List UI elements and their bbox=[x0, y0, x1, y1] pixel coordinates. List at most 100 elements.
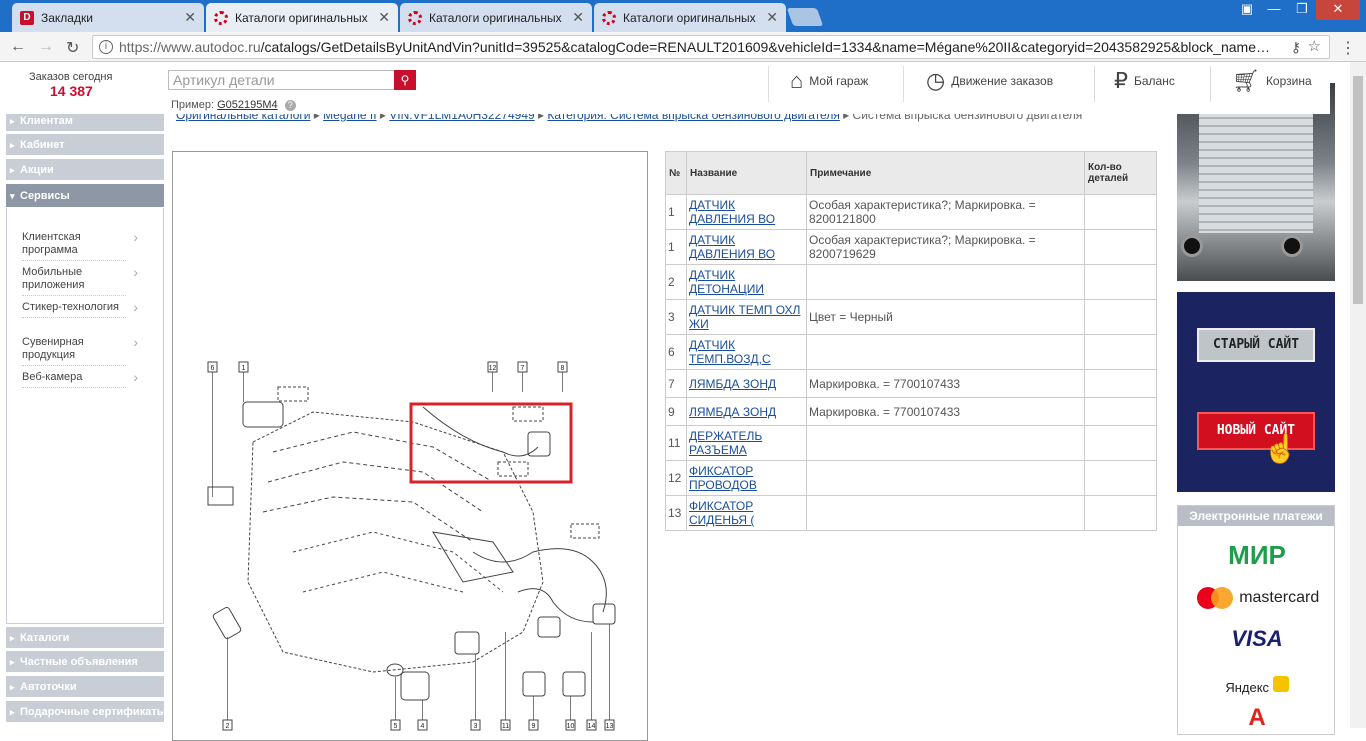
row-note bbox=[806, 460, 1085, 496]
orders-movement-link[interactable]: ◷ Движение заказов bbox=[926, 62, 1053, 100]
back-icon[interactable]: ← bbox=[10, 38, 26, 56]
table-row: 11 ДЕРЖАТЕЛЬ РАЗЪЕМА bbox=[665, 425, 1157, 461]
yandex-text: Яндекс bbox=[1225, 680, 1270, 695]
part-name-link[interactable]: ЛЯМБДА ЗОНД bbox=[689, 405, 776, 419]
sidebar-item-label: Сувенирная продукция bbox=[22, 336, 84, 361]
sidebar-section-gift-cards[interactable]: Подарочные сертификаты bbox=[6, 701, 164, 723]
table-row: 12 ФИКСАТОР ПРОВОДОВ bbox=[665, 460, 1157, 496]
tab-title: Каталоги оригинальных bbox=[623, 10, 756, 25]
table-row: 1 ДАТЧИК ДАВЛЕНИЯ ВО Особая характеристика… bbox=[665, 229, 1157, 265]
browser-tab[interactable]: Каталоги оригинальных ✕ bbox=[594, 3, 786, 32]
callout-label: 5 bbox=[394, 723, 398, 730]
new-tab-button[interactable] bbox=[786, 8, 824, 26]
search-example: Пример: G052195M4 ? bbox=[171, 99, 296, 111]
callout-label: 10 bbox=[567, 723, 575, 730]
part-search-input[interactable]: Артикул детали bbox=[168, 70, 395, 90]
callout-label: 14 bbox=[588, 723, 596, 730]
old-site-button[interactable]: СТАРЫЙ САЙТ bbox=[1197, 328, 1315, 362]
sidebar-section-cabinet[interactable]: Кабинет bbox=[6, 134, 164, 156]
garage-icon: ⌂ bbox=[790, 68, 804, 93]
sidebar-item-sticker[interactable]: Стикер-технология › bbox=[22, 300, 138, 318]
part-name-link[interactable]: ДАТЧИК ТЕМП.ВОЗД,С bbox=[689, 338, 771, 366]
sidebar-item-label: Клиентская программа bbox=[22, 231, 81, 256]
autodoc-icon bbox=[408, 10, 422, 25]
example-label: Пример: bbox=[171, 99, 215, 111]
orders-today-label: Заказов сегодня bbox=[29, 71, 113, 83]
browser-tab-active[interactable]: Каталоги оригинальных ✕ bbox=[206, 3, 398, 32]
row-note bbox=[806, 264, 1085, 300]
sidebar-section-catalogs[interactable]: Каталоги bbox=[6, 627, 164, 649]
close-window-icon[interactable]: ✕ bbox=[1316, 0, 1360, 20]
help-icon[interactable]: ? bbox=[284, 100, 296, 111]
cart-link[interactable]: 🛒︎ Корзина bbox=[1232, 62, 1312, 100]
part-name-link[interactable]: ДАТЧИК ДАВЛЕНИЯ ВО bbox=[689, 233, 775, 261]
info-icon[interactable]: i bbox=[99, 40, 113, 54]
balance-link[interactable]: ₽ Баланс bbox=[1114, 62, 1175, 100]
key-icon[interactable]: ⚷ bbox=[1291, 36, 1301, 58]
table-row: 7 ЛЯМБДА ЗОНД Маркировка. = 7700107433 bbox=[665, 369, 1157, 398]
close-tab-icon[interactable]: ✕ bbox=[378, 9, 390, 26]
minimize-icon[interactable]: — bbox=[1260, 0, 1288, 20]
sidebar-item-client-program[interactable]: Клиентская программа › bbox=[22, 230, 138, 261]
table-row: 2 ДАТЧИК ДЕТОНАЦИИ bbox=[665, 264, 1157, 300]
sidebar-item-label: Веб-камера bbox=[22, 371, 83, 383]
row-name-cell: ДЕРЖАТЕЛЬ РАЗЪЕМА bbox=[686, 425, 807, 461]
part-name-link[interactable]: ДАТЧИК ДЕТОНАЦИИ bbox=[689, 268, 764, 296]
callout-label: 12 bbox=[489, 365, 497, 372]
part-name-link[interactable]: ДАТЧИК ДАВЛЕНИЯ ВО bbox=[689, 198, 775, 226]
part-name-link[interactable]: ДЕРЖАТЕЛЬ РАЗЪЕМА bbox=[689, 429, 762, 457]
my-garage-link[interactable]: ⌂ Мой гараж bbox=[790, 62, 868, 100]
row-name-cell: ДАТЧИК ДЕТОНАЦИИ bbox=[686, 264, 807, 300]
example-value-link[interactable]: G052195M4 bbox=[217, 99, 278, 111]
visa-logo: VISA bbox=[1231, 626, 1283, 651]
parts-table: № Название Примечание Кол-во деталей 1 ДА… bbox=[665, 151, 1157, 531]
reload-icon[interactable]: ↻ bbox=[66, 38, 79, 58]
sidebar-item-label: Стикер-технология bbox=[22, 301, 119, 313]
url-path: /catalogs/GetDetailsByUnitAndVin?unitId=… bbox=[260, 39, 1270, 55]
row-qty bbox=[1084, 397, 1157, 426]
orders-movement-label: Движение заказов bbox=[951, 74, 1054, 88]
row-note: Цвет = Черный bbox=[806, 299, 1085, 335]
table-row: 13 ФИКСАТОР СИДЕНЬЯ ( bbox=[665, 495, 1157, 531]
sidebar-section-promo[interactable]: Акции bbox=[6, 159, 164, 181]
scrollbar-thumb[interactable] bbox=[1353, 76, 1363, 304]
user-icon[interactable]: ▣ bbox=[1234, 0, 1260, 20]
chevron-right-icon: › bbox=[133, 229, 138, 245]
url-field[interactable]: i https://www.autodoc.ru/catalogs/GetDet… bbox=[92, 35, 1330, 59]
sidebar-section-autopoints[interactable]: Автоточки bbox=[6, 676, 164, 698]
parts-diagram[interactable]: 6 1 12 7 8 2 5 4 3 11 9 10 14 13 bbox=[172, 151, 648, 741]
row-note bbox=[806, 495, 1085, 531]
browser-tab[interactable]: Каталоги оригинальных ✕ bbox=[400, 3, 592, 32]
callout-label: 4 bbox=[421, 723, 425, 730]
sidebar-section-private-ads[interactable]: Частные объявления bbox=[6, 651, 164, 673]
sidebar-item-webcam[interactable]: Веб-камера › bbox=[22, 370, 138, 388]
close-tab-icon[interactable]: ✕ bbox=[184, 9, 196, 26]
row-num: 3 bbox=[665, 299, 687, 335]
col-header-name: Название bbox=[686, 151, 807, 195]
sidebar-item-mobile-apps[interactable]: Мобильные приложения › bbox=[22, 265, 138, 296]
maximize-icon[interactable]: ❐ bbox=[1288, 0, 1316, 20]
page-scrollbar[interactable] bbox=[1350, 62, 1366, 728]
callout-label: 7 bbox=[521, 365, 525, 372]
star-icon[interactable]: ☆ bbox=[1308, 36, 1321, 58]
row-qty bbox=[1084, 369, 1157, 398]
part-name-link[interactable]: ЛЯМБДА ЗОНД bbox=[689, 377, 776, 391]
part-name-link[interactable]: ФИКСАТОР СИДЕНЬЯ ( bbox=[689, 499, 754, 527]
row-note: Маркировка. = 7700107433 bbox=[806, 369, 1085, 398]
sidebar-item-souvenirs[interactable]: Сувенирная продукция › bbox=[22, 335, 138, 366]
callout-label: 11 bbox=[502, 723, 509, 730]
mir-logo: МИР bbox=[1228, 540, 1286, 570]
sidebar-section-services[interactable]: Сервисы bbox=[6, 184, 164, 208]
row-name-cell: ФИКСАТОР ПРОВОДОВ bbox=[686, 460, 807, 496]
part-name-link[interactable]: ФИКСАТОР ПРОВОДОВ bbox=[689, 464, 757, 492]
chevron-right-icon: › bbox=[133, 334, 138, 350]
forward-icon[interactable]: → bbox=[38, 38, 54, 56]
mastercard-logo: mastercard bbox=[1178, 586, 1336, 610]
browser-tab[interactable]: D Закладки ✕ bbox=[12, 3, 204, 32]
close-tab-icon[interactable]: ✕ bbox=[766, 9, 778, 26]
menu-icon[interactable]: ⋮ bbox=[1340, 38, 1356, 58]
close-tab-icon[interactable]: ✕ bbox=[572, 9, 584, 26]
part-name-link[interactable]: ДАТЧИК ТЕМП ОХЛ ЖИ bbox=[689, 303, 800, 331]
chevron-right-icon: › bbox=[133, 264, 138, 280]
search-button[interactable]: ⚲ bbox=[394, 70, 416, 90]
